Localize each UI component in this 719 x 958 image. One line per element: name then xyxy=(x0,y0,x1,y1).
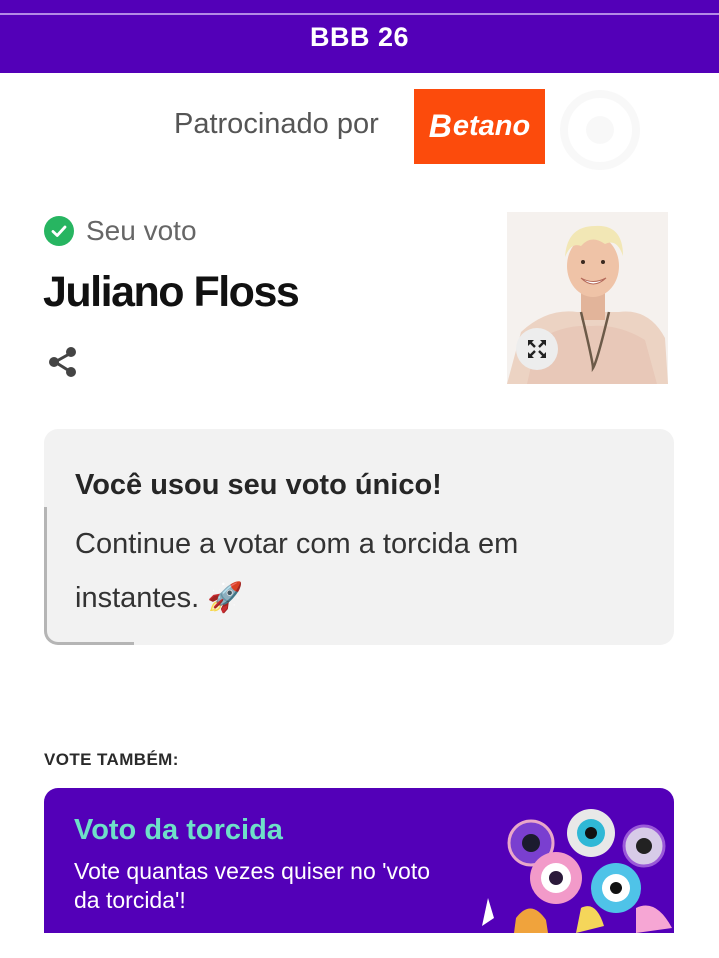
sponsor-logo-betano[interactable]: Betano xyxy=(414,89,545,164)
page-title: BBB 26 xyxy=(309,22,410,52)
crowd-vote-description: Vote quantas vezes quiser no 'voto da to… xyxy=(74,858,431,913)
vote-status-label: Seu voto xyxy=(86,215,197,246)
check-circle-icon xyxy=(44,216,74,246)
expand-icon xyxy=(528,340,546,358)
top-bar: BBB 26 xyxy=(0,0,719,73)
bbb-eye-mascots-image xyxy=(482,809,672,933)
vote-status: Seu voto xyxy=(44,215,197,247)
sponsor-watermark-icon xyxy=(560,90,640,170)
expand-photo-button[interactable] xyxy=(516,328,558,370)
crowd-vote-title: Voto da torcida xyxy=(74,814,283,846)
sponsor-label: Patrocinado por xyxy=(174,108,379,140)
sponsor-logo-text: etano xyxy=(452,110,531,142)
single-vote-info-box: Você usou seu voto único! Continue a vot… xyxy=(44,429,674,645)
info-heading: Você usou seu voto único! xyxy=(75,469,442,501)
candidate-name: Juliano Floss xyxy=(43,268,300,316)
share-icon[interactable] xyxy=(46,345,80,379)
top-bar-highlight xyxy=(0,13,719,15)
vote-also-label: VOTE TAMBÉM: xyxy=(44,750,179,769)
crowd-vote-card[interactable]: Voto da torcida Vote quantas vezes quise… xyxy=(44,788,674,933)
info-body: Continue a votar com a torcida em instan… xyxy=(75,528,519,614)
sponsor-logo-letter: B xyxy=(428,108,452,144)
